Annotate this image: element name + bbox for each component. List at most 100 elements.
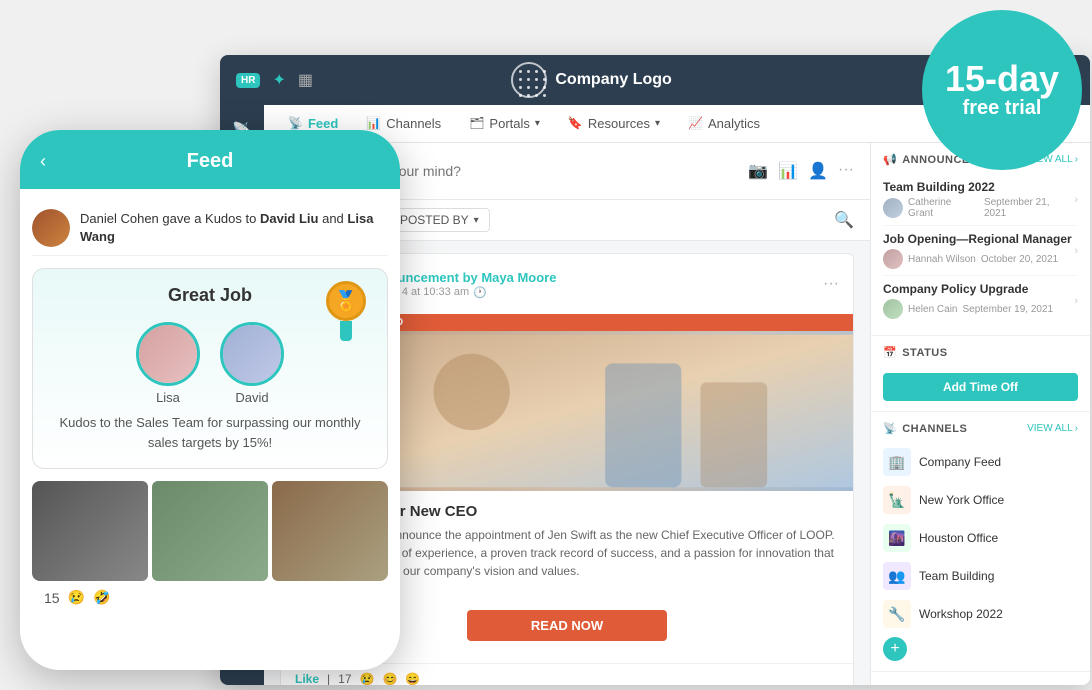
status-label: STATUS	[902, 347, 947, 359]
notif-text1: Daniel Cohen gave a Kudos to	[80, 211, 260, 226]
camera-icon[interactable]: 📷	[748, 161, 768, 181]
announcements-section: 📢 ANNOUNCEMENTS VIEW ALL › Team Building…	[871, 143, 1090, 336]
announcement-meta-3: Helen Cain September 19, 2021	[883, 299, 1074, 319]
resources-chevron-icon: ▾	[655, 118, 660, 129]
channels-view-all-chevron-icon: ›	[1075, 423, 1078, 434]
reaction-emoji-2: 😊	[382, 672, 397, 685]
announcement-content-2: Job Opening—Regional Manager Hannah Wils…	[883, 232, 1074, 269]
posted-by-filter[interactable]: POSTED BY ▾	[389, 208, 490, 232]
channels-title: 📡 CHANNELS	[883, 422, 967, 435]
post-author-name: by Maya Moore	[463, 270, 557, 285]
promo-days-text: 15-day	[945, 61, 1059, 97]
status-section: 📅 STATUS Add Time Off	[871, 336, 1090, 412]
kudos-person-2: David	[220, 322, 284, 405]
channel-item-5[interactable]: 🔧 Workshop 2022	[883, 595, 1078, 633]
channel-icon-4: 👥	[883, 562, 911, 590]
kudos-medal: 🏅	[321, 281, 371, 341]
portals-chevron-icon: ▾	[535, 118, 540, 129]
announcement-content-1: Team Building 2022 Catherine Grant Septe…	[883, 180, 1074, 219]
user-icon[interactable]: 👤	[808, 161, 828, 181]
announcement-item-2[interactable]: Job Opening—Regional Manager Hannah Wils…	[883, 226, 1078, 276]
reaction-emoji-1: 😢	[360, 672, 375, 685]
phone-footer: 15 😢 🤣	[32, 581, 388, 614]
promo-badge: 15-day free trial	[922, 10, 1082, 170]
kudos-avatar-david	[220, 322, 284, 386]
post-more-icon[interactable]: ···	[823, 275, 839, 293]
posted-by-label: POSTED BY	[400, 213, 469, 227]
ann-person-1: Catherine Grant	[908, 197, 979, 219]
channel-item-4[interactable]: 👥 Team Building	[883, 557, 1078, 595]
nav-resources-label: Resources	[588, 116, 650, 131]
ann-chevron-icon-3: ›	[1074, 295, 1078, 307]
hr-badge: HR	[236, 73, 260, 88]
channel-item-1[interactable]: 🏢 Company Feed	[883, 443, 1078, 481]
add-channel-button[interactable]: +	[883, 637, 907, 661]
announcement-title-1: Team Building 2022	[883, 180, 1074, 194]
notif-bold1: David Liu	[260, 211, 319, 226]
nav-feed-label: Feed	[308, 116, 338, 131]
phone-content: Daniel Cohen gave a Kudos to David Liu a…	[20, 189, 400, 626]
ann-person-3: Helen Cain	[908, 304, 957, 315]
channel-item-3[interactable]: 🌆 Houston Office	[883, 519, 1078, 557]
post-author: 📢 Announcement by Maya Moore	[345, 270, 813, 286]
channel-name-5: Workshop 2022	[919, 607, 1003, 621]
nav-portals-label: Portals	[489, 116, 529, 131]
promo-free-text: free trial	[963, 97, 1042, 120]
resources-nav-icon: 🔖	[568, 116, 583, 130]
channels-icon: 📡	[883, 422, 897, 435]
reaction-emoji-3: 😄	[405, 672, 420, 685]
reaction-emoji-2: 🤣	[93, 589, 110, 606]
portals-nav-icon: 🗂	[469, 116, 484, 130]
nav-item-analytics[interactable]: 📈 Analytics	[676, 110, 772, 139]
add-time-off-button[interactable]: Add Time Off	[883, 373, 1078, 401]
read-now-button[interactable]: READ NOW	[467, 610, 667, 641]
announcement-meta-2: Hannah Wilson October 20, 2021	[883, 249, 1074, 269]
clock-icon: 🕐	[473, 286, 487, 299]
ann-date-2: October 20, 2021	[981, 254, 1058, 265]
view-all-chevron-icon: ›	[1075, 154, 1078, 165]
medal-icon: 🏅	[326, 281, 366, 321]
announcement-item-1[interactable]: Team Building 2022 Catherine Grant Septe…	[883, 174, 1078, 226]
ann-person-2: Hannah Wilson	[908, 254, 976, 265]
channel-icon-5: 🔧	[883, 600, 911, 628]
nav-channels-label: Channels	[386, 116, 441, 131]
phone-image-2	[152, 481, 268, 581]
right-sidebar: 📢 ANNOUNCEMENTS VIEW ALL › Team Building…	[870, 143, 1090, 685]
phone-image-3	[272, 481, 388, 581]
nav-item-portals[interactable]: 🗂 Portals ▾	[457, 110, 552, 139]
announcements-icon: 📢	[883, 153, 897, 166]
channels-view-all[interactable]: VIEW ALL ›	[1027, 423, 1078, 434]
kudos-name-david: David	[235, 390, 268, 405]
phone-header: ‹ Feed	[20, 130, 400, 189]
status-header: 📅 STATUS	[883, 346, 1078, 359]
channels-section: 📡 CHANNELS VIEW ALL › 🏢 Company Feed	[871, 412, 1090, 672]
announcement-content-3: Company Policy Upgrade Helen Cain Septem…	[883, 282, 1074, 319]
notification-text: Daniel Cohen gave a Kudos to David Liu a…	[80, 210, 388, 246]
phone-title: Feed	[187, 150, 234, 173]
channel-name-3: Houston Office	[919, 531, 998, 545]
kudos-avatar-lisa	[136, 322, 200, 386]
sidebar-icon-grid[interactable]: ▦	[298, 70, 313, 90]
nav-item-resources[interactable]: 🔖 Resources ▾	[556, 110, 672, 139]
announcement-item-3[interactable]: Company Policy Upgrade Helen Cain Septem…	[883, 276, 1078, 325]
post-date: September 4 at 10:33 am 🕐	[345, 286, 813, 299]
chart-icon[interactable]: 📊	[778, 161, 798, 181]
more-icon[interactable]: ···	[838, 161, 854, 181]
kudos-person-1: Lisa	[136, 322, 200, 405]
announcement-title-2: Job Opening—Regional Manager	[883, 232, 1074, 246]
kudos-description: Kudos to the Sales Team for surpassing o…	[49, 413, 371, 452]
post-meta: 📢 Announcement by Maya Moore September 4…	[345, 270, 813, 299]
analytics-nav-icon: 📈	[688, 116, 703, 130]
like-button[interactable]: Like	[295, 672, 319, 685]
phone-back-button[interactable]: ‹	[40, 151, 46, 172]
announcement-meta-1: Catherine Grant September 21, 2021	[883, 197, 1074, 219]
channels-header: 📡 CHANNELS VIEW ALL ›	[883, 422, 1078, 435]
sidebar-icon-home[interactable]: ✦	[272, 70, 285, 90]
phone-images	[32, 481, 388, 581]
filter-search-icon[interactable]: 🔍	[834, 210, 854, 230]
channel-name-4: Team Building	[919, 569, 994, 583]
ann-date-3: September 19, 2021	[962, 304, 1053, 315]
ann-avatar-3	[883, 299, 903, 319]
announcement-title-3: Company Policy Upgrade	[883, 282, 1074, 296]
channel-item-2[interactable]: 🗽 New York Office	[883, 481, 1078, 519]
